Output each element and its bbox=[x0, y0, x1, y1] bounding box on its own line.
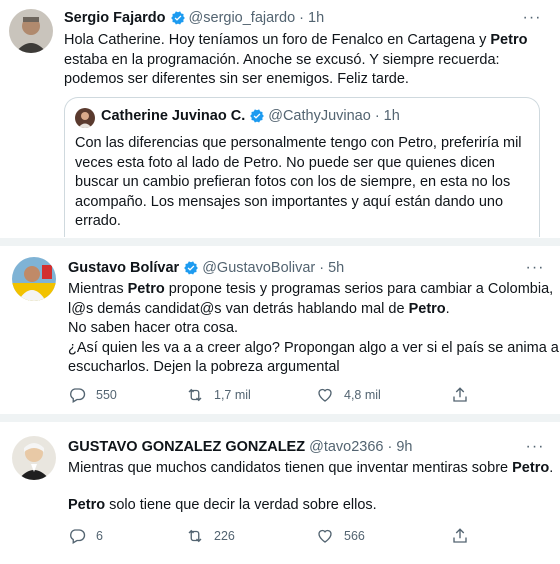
tweet-text: Hola Catherine. Hoy teníamos un foro de … bbox=[64, 31, 527, 90]
text-line: estaba en la programación. Anoche se exc… bbox=[64, 51, 500, 68]
avatar[interactable] bbox=[12, 257, 56, 301]
separator-dot: · bbox=[387, 439, 393, 455]
separator-dot: · bbox=[299, 10, 304, 26]
avatar[interactable] bbox=[9, 9, 53, 53]
share-button[interactable] bbox=[451, 386, 479, 404]
retweet-icon bbox=[186, 527, 214, 545]
text-line bbox=[68, 479, 553, 496]
share-icon bbox=[451, 527, 479, 545]
share-button[interactable] bbox=[451, 527, 479, 545]
separator-dot: · bbox=[374, 108, 380, 124]
author-name[interactable]: GUSTAVO GONZALEZ GONZALEZ bbox=[68, 439, 305, 455]
text-line: Con las diferencias que personalmente te… bbox=[75, 135, 522, 151]
mention-petro: Petro bbox=[408, 300, 446, 317]
text-line: Petro solo tiene que decir la verdad sob… bbox=[68, 496, 377, 513]
text-line: Mientras que muchos candidatos tienen qu… bbox=[68, 460, 554, 476]
retweet-icon bbox=[186, 386, 214, 404]
text-line: buscar un cambio prefieran fotos con los… bbox=[75, 174, 511, 190]
more-icon[interactable]: ··· bbox=[522, 10, 542, 32]
more-icon[interactable]: ··· bbox=[525, 439, 545, 461]
author-handle[interactable]: @tavo2366 bbox=[309, 439, 383, 455]
timestamp[interactable]: 1h bbox=[308, 10, 324, 26]
tweet-text: Mientras Petro propone tesis y programas… bbox=[68, 280, 559, 378]
author-name[interactable]: Gustavo Bolívar bbox=[68, 260, 179, 276]
retweet-count: 1,7 mil bbox=[214, 388, 251, 402]
quote-author-handle[interactable]: @CathyJuvinao bbox=[268, 108, 371, 124]
text-line: veces esta foto al lado de Petro. No pue… bbox=[75, 154, 495, 171]
reply-count: 6 bbox=[96, 529, 103, 543]
text-line: escucharlos. Dejen la pobreza argumental bbox=[68, 359, 340, 375]
mention-petro: Petro bbox=[490, 32, 528, 48]
mention-petro: Petro bbox=[68, 496, 106, 513]
text-line: Hola Catherine. Hoy teníamos un foro de … bbox=[64, 32, 528, 48]
more-icon[interactable]: ··· bbox=[525, 260, 545, 282]
tweet-gustavo-bolivar[interactable]: Gustavo Bolívar @GustavoBolivar · 5h ···… bbox=[0, 246, 560, 414]
share-icon bbox=[451, 386, 479, 404]
reply-button[interactable]: 550 bbox=[68, 386, 117, 404]
like-icon bbox=[316, 527, 344, 545]
tweet-actions: 6 226 566 bbox=[68, 527, 488, 547]
author-handle[interactable]: @sergio_fajardo bbox=[189, 10, 296, 26]
feed-separator bbox=[0, 238, 560, 246]
verified-badge-icon bbox=[170, 10, 186, 26]
like-icon bbox=[316, 386, 344, 404]
verified-badge-icon bbox=[183, 260, 199, 276]
retweet-button[interactable]: 1,7 mil bbox=[186, 386, 251, 404]
reply-icon bbox=[68, 386, 96, 404]
like-button[interactable]: 566 bbox=[316, 527, 365, 545]
mention-petro: Petro bbox=[512, 460, 550, 476]
text-line: No saben hacer otra cosa. bbox=[68, 320, 239, 336]
reply-icon bbox=[68, 527, 96, 545]
text-line: acompaño. Los mensajes son importantes y… bbox=[75, 193, 504, 210]
quote-author-name[interactable]: Catherine Juvinao C. bbox=[101, 108, 245, 124]
quote-avatar[interactable] bbox=[75, 108, 95, 128]
reply-count: 550 bbox=[96, 388, 117, 402]
avatar[interactable] bbox=[12, 436, 56, 480]
verified-badge-icon bbox=[249, 108, 265, 124]
text-line: Mientras Petro propone tesis y programas… bbox=[68, 281, 554, 297]
text-line: ¿Así quien les va a a creer algo? Propon… bbox=[68, 339, 559, 356]
retweet-button[interactable]: 226 bbox=[186, 527, 235, 545]
quote-timestamp[interactable]: 1h bbox=[384, 108, 400, 124]
text-line: errado. bbox=[75, 213, 121, 229]
tweet-text: Mientras que muchos candidatos tienen qu… bbox=[68, 459, 553, 515]
quoted-tweet[interactable]: Catherine Juvinao C. @CathyJuvinao · 1h … bbox=[64, 97, 540, 237]
timestamp[interactable]: 9h bbox=[396, 439, 412, 455]
feed-separator bbox=[0, 414, 560, 422]
like-button[interactable]: 4,8 mil bbox=[316, 386, 381, 404]
text-line: l@s demás candidat@s van detrás hablando… bbox=[68, 300, 450, 317]
like-count: 566 bbox=[344, 529, 365, 543]
like-count: 4,8 mil bbox=[344, 388, 381, 402]
timestamp[interactable]: 5h bbox=[328, 260, 344, 276]
tweet-gustavo-gonzalez[interactable]: GUSTAVO GONZALEZ GONZALEZ @tavo2366 · 9h… bbox=[0, 422, 560, 564]
tweet-actions: 550 1,7 mil 4,8 mil bbox=[68, 386, 488, 406]
tweet-sergio-fajardo[interactable]: Sergio Fajardo @sergio_fajardo · 1h ··· … bbox=[0, 0, 560, 238]
author-handle[interactable]: @GustavoBolivar bbox=[202, 260, 315, 276]
text-line: podemos ser diferentes sin ser enemigos.… bbox=[64, 71, 409, 87]
mention-petro: Petro bbox=[127, 281, 165, 297]
retweet-count: 226 bbox=[214, 529, 235, 543]
quote-text: Con las diferencias que personalmente te… bbox=[75, 134, 522, 232]
author-name[interactable]: Sergio Fajardo bbox=[64, 10, 166, 26]
separator-dot: · bbox=[319, 260, 325, 276]
reply-button[interactable]: 6 bbox=[68, 527, 103, 545]
